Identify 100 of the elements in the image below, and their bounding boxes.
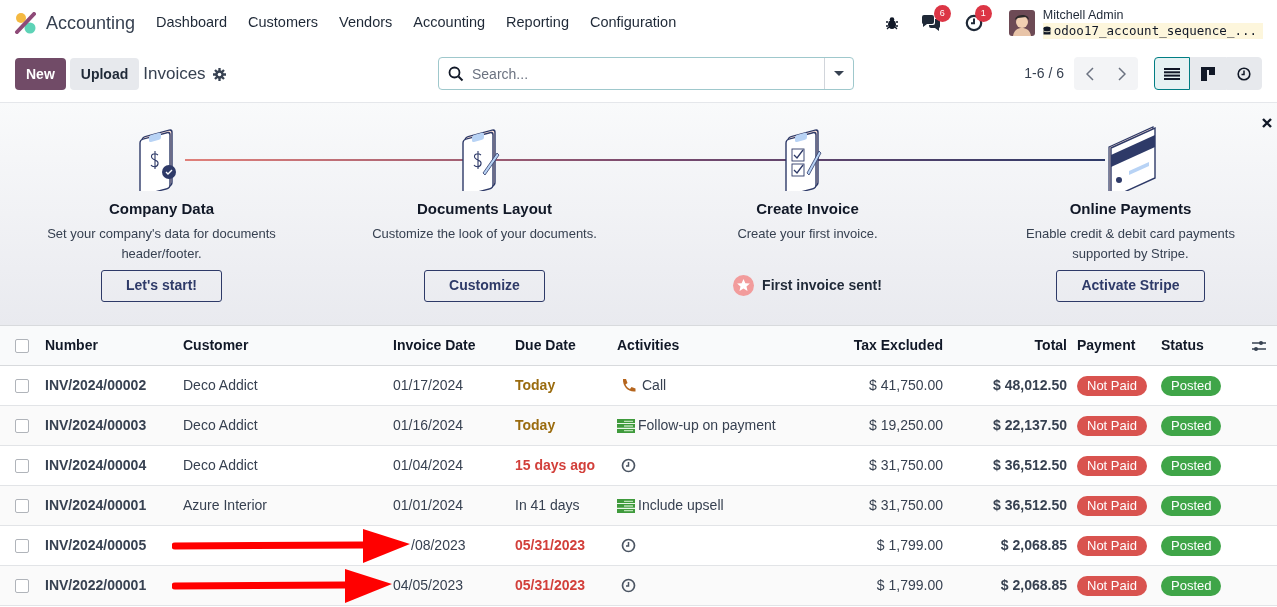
invoice-number: INV/2024/00001 bbox=[45, 497, 147, 513]
messages-icon[interactable] bbox=[920, 14, 941, 32]
kanban-icon bbox=[1201, 66, 1215, 81]
invoice-number: INV/2024/00004 bbox=[45, 457, 147, 473]
step-button[interactable]: Customize bbox=[424, 269, 545, 302]
user-name[interactable]: Mitchell Admin bbox=[1042, 7, 1263, 23]
menu-item[interactable]: Vendors bbox=[339, 12, 393, 34]
menu-item[interactable]: Dashboard bbox=[156, 12, 227, 34]
database-icon bbox=[1042, 26, 1051, 36]
total-amount: $ 22,137.50 bbox=[993, 417, 1067, 433]
tax-excluded-amount: $ 41,750.00 bbox=[869, 377, 943, 393]
menu-item[interactable]: Configuration bbox=[589, 12, 677, 34]
due-date: 05/31/2023 bbox=[515, 577, 586, 593]
checkbox[interactable] bbox=[15, 458, 29, 473]
status-badge: Posted bbox=[1161, 416, 1222, 436]
status-badge: Posted bbox=[1161, 496, 1222, 516]
tax-excluded-amount: $ 31,750.00 bbox=[869, 457, 943, 473]
new-button[interactable]: New bbox=[15, 58, 66, 90]
notification-badge: 6 bbox=[933, 5, 951, 22]
due-date: 05/31/2023 bbox=[515, 537, 586, 553]
total-amount: $ 2,068.85 bbox=[1000, 577, 1067, 593]
column-header[interactable]: Due Date bbox=[515, 337, 576, 353]
column-header[interactable]: Activities bbox=[617, 337, 680, 353]
invoice-number: INV/2024/00003 bbox=[45, 417, 147, 433]
app-name[interactable]: Accounting bbox=[46, 9, 136, 37]
clock-icon[interactable] bbox=[621, 538, 636, 553]
customer-name: Deco Addict bbox=[183, 417, 258, 433]
search-field[interactable]: Search... bbox=[472, 58, 824, 89]
tax-excluded-amount: $ 31,750.00 bbox=[869, 497, 943, 513]
step-description: Enable credit & debit card payments supported by Stripe. bbox=[1025, 224, 1236, 263]
invoice-date: 04/05/2023 bbox=[393, 577, 464, 593]
checkbox[interactable] bbox=[15, 578, 29, 593]
step-title: Company Data bbox=[109, 199, 214, 219]
search-bar[interactable]: Search... bbox=[438, 57, 854, 90]
menu-item[interactable]: Accounting bbox=[413, 12, 486, 34]
checkbox[interactable] bbox=[15, 338, 29, 353]
checkbox[interactable] bbox=[15, 538, 29, 553]
column-header[interactable]: Customer bbox=[183, 337, 249, 353]
total-amount: $ 36,512.50 bbox=[993, 457, 1067, 473]
menu-item[interactable]: Reporting bbox=[506, 12, 569, 34]
clock-icon[interactable] bbox=[964, 14, 983, 32]
step-description: Set your company's data for documents header/footer. bbox=[46, 224, 277, 263]
step-description: Create your first invoice. bbox=[736, 224, 879, 243]
activity-label[interactable]: Include upsell bbox=[638, 495, 724, 516]
payment-status-badge: Not Paid bbox=[1077, 376, 1147, 396]
invoice-date: /08/2023 bbox=[411, 537, 466, 553]
step-title: Online Payments bbox=[1069, 199, 1192, 219]
checkbox[interactable] bbox=[15, 498, 29, 513]
column-header[interactable]: Status bbox=[1161, 337, 1204, 353]
step-button[interactable]: Activate Stripe bbox=[1056, 269, 1205, 302]
payment-status-badge: Not Paid bbox=[1077, 496, 1147, 516]
payment-status-badge: Not Paid bbox=[1077, 576, 1147, 596]
avatar-icon[interactable] bbox=[1008, 10, 1035, 36]
column-header[interactable]: Total bbox=[1034, 337, 1067, 353]
step-button[interactable]: Let's start! bbox=[101, 269, 222, 302]
phone-icon[interactable] bbox=[621, 378, 636, 393]
list-icon bbox=[1164, 67, 1180, 80]
settings-icon[interactable] bbox=[212, 67, 226, 81]
due-date: In 41 days bbox=[515, 497, 580, 513]
column-header[interactable]: Tax Excluded bbox=[853, 337, 943, 353]
bug-icon[interactable] bbox=[884, 16, 899, 30]
step-done-label: First invoice sent! bbox=[762, 276, 882, 295]
column-header[interactable]: Invoice Date bbox=[393, 337, 476, 353]
payment-status-badge: Not Paid bbox=[1077, 416, 1147, 436]
invoice-number: INV/2022/00001 bbox=[45, 577, 147, 593]
clock-icon[interactable] bbox=[621, 578, 636, 593]
due-date: Today bbox=[515, 417, 556, 433]
customer-name: Deco Addict bbox=[183, 457, 258, 473]
search-icon bbox=[448, 65, 464, 82]
status-badge: Posted bbox=[1161, 536, 1222, 556]
chevron-right-icon bbox=[1118, 66, 1126, 81]
column-header[interactable]: Payment bbox=[1077, 337, 1136, 353]
due-date: 15 days ago bbox=[515, 457, 596, 473]
step-description: Customize the look of your documents. bbox=[371, 224, 598, 243]
sliders-icon[interactable] bbox=[1252, 339, 1266, 352]
clock-icon bbox=[1237, 66, 1251, 81]
view-switch-button[interactable] bbox=[1154, 57, 1190, 90]
notification-badge: 1 bbox=[974, 5, 992, 22]
menu-item[interactable]: Customers bbox=[248, 12, 319, 34]
payment-status-badge: Not Paid bbox=[1077, 536, 1147, 556]
list-icon[interactable] bbox=[617, 498, 635, 513]
customer-name: Deco Addict bbox=[183, 377, 258, 393]
activity-label[interactable]: Follow-up on payment bbox=[638, 415, 776, 436]
customer-name: Azure Interior bbox=[183, 497, 268, 513]
list-icon[interactable] bbox=[617, 418, 635, 433]
status-badge: Posted bbox=[1161, 576, 1222, 596]
step-title: Documents Layout bbox=[417, 199, 552, 219]
status-badge: Posted bbox=[1161, 456, 1222, 476]
due-date: Today bbox=[515, 377, 556, 393]
app-logo-icon[interactable] bbox=[14, 12, 36, 34]
activity-label[interactable]: Call bbox=[642, 375, 667, 396]
clock-icon[interactable] bbox=[621, 458, 636, 473]
checkbox[interactable] bbox=[15, 418, 29, 433]
invoice-date: 01/04/2024 bbox=[393, 457, 464, 473]
column-header[interactable]: Number bbox=[45, 337, 98, 353]
invoice-number: INV/2024/00005 bbox=[45, 537, 147, 553]
checkbox[interactable] bbox=[15, 378, 29, 393]
chevron-left-icon bbox=[1086, 66, 1094, 81]
upload-button[interactable]: Upload bbox=[69, 58, 140, 90]
close-icon bbox=[1262, 118, 1272, 128]
